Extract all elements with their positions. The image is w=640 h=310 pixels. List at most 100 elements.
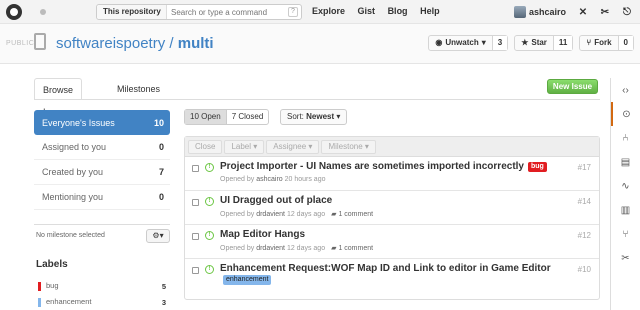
issue-list: Close Label ▾ Assignee ▾ Milestone ▾ ! P… bbox=[184, 136, 600, 300]
issue-checkbox[interactable] bbox=[192, 233, 199, 240]
closed-issues-button[interactable]: 7 Closed bbox=[227, 110, 269, 124]
network-icon[interactable]: ⑂ bbox=[611, 222, 640, 246]
label-name: enhancement bbox=[46, 297, 92, 307]
star-count[interactable]: 11 bbox=[552, 36, 573, 50]
filter-assigned-to-you[interactable]: Assigned to you 0 bbox=[34, 135, 170, 160]
tab-browse-issues[interactable]: Browse Issues bbox=[34, 78, 83, 117]
repo-actions: ◉ Unwatch ▾ 3 ★ Star 11 ⑂ Fork 0 bbox=[428, 35, 634, 51]
issue-author[interactable]: drdavient bbox=[256, 245, 285, 252]
milestone-dropdown-text: Milestone bbox=[328, 142, 363, 151]
close-button[interactable]: Close bbox=[188, 140, 223, 154]
code-icon[interactable]: ‹› bbox=[611, 78, 640, 102]
issue-opened-by: Opened by bbox=[220, 211, 255, 218]
star-button-group: ★ Star 11 bbox=[514, 35, 574, 51]
issue-title-link[interactable]: Map Editor Hangs bbox=[220, 229, 305, 240]
comment-count-text: 1 comment bbox=[338, 245, 374, 252]
issue-checkbox[interactable] bbox=[192, 165, 199, 172]
username[interactable]: ashcairo bbox=[529, 7, 566, 17]
issue-title-link[interactable]: Enhancement Request:WOF Map ID and Link … bbox=[220, 263, 551, 274]
issue-title-link[interactable]: UI Dragged out of place bbox=[220, 195, 332, 206]
label-count: 5 bbox=[161, 281, 166, 291]
issue-age: 12 days ago bbox=[286, 211, 326, 218]
issue-title-link[interactable]: Project Importer - UI Names are sometime… bbox=[220, 161, 547, 172]
nav-explore[interactable]: Explore bbox=[312, 6, 345, 16]
user-area: ashcairo ✕ ✂ ⎋ bbox=[513, 4, 632, 20]
search-help-icon[interactable]: ? bbox=[288, 7, 298, 17]
repo-settings-icon[interactable]: ✂ bbox=[611, 246, 640, 270]
comment-count-text: 1 comment bbox=[338, 211, 374, 218]
nav-blog[interactable]: Blog bbox=[388, 6, 408, 16]
top-nav: Explore Gist Blog Help bbox=[312, 6, 450, 16]
list-item: ! UI Dragged out of place Opened by drda… bbox=[185, 191, 599, 225]
issue-checkbox[interactable] bbox=[192, 199, 199, 206]
issue-label-badge[interactable]: enhancement bbox=[223, 275, 272, 285]
star-icon: ★ bbox=[521, 38, 529, 47]
label-dropdown[interactable]: Label ▾ bbox=[224, 140, 265, 154]
comment-icon: ▰ bbox=[331, 211, 337, 218]
wiki-icon[interactable]: ▤ bbox=[611, 150, 640, 174]
star-button[interactable]: ★ Star bbox=[515, 36, 553, 50]
label-filter-enhancement[interactable]: enhancement 3 bbox=[38, 295, 166, 309]
issues-icon[interactable]: ⊙ bbox=[611, 102, 640, 126]
list-item: ! Enhancement Request:WOF Map ID and Lin… bbox=[185, 259, 599, 299]
sort-value: Newest bbox=[306, 112, 335, 121]
comment-count[interactable]: ▰ 1 comment bbox=[331, 211, 373, 218]
fork-button[interactable]: ⑂ Fork bbox=[580, 36, 617, 50]
pull-requests-icon[interactable]: ⑃ bbox=[611, 126, 640, 150]
nav-gist[interactable]: Gist bbox=[358, 6, 376, 16]
top-header: This repository ? Explore Gist Blog Help… bbox=[0, 0, 640, 24]
filter-everyones-issues[interactable]: Everyone's Issues 10 bbox=[34, 110, 170, 135]
new-issue-button[interactable]: New Issue bbox=[547, 79, 598, 94]
list-item: ! Project Importer - UI Names are someti… bbox=[185, 157, 599, 191]
milestone-gear-button[interactable]: ⚙▾ bbox=[146, 228, 170, 243]
comment-icon: ▰ bbox=[331, 245, 337, 252]
label-filter-bug[interactable]: bug 5 bbox=[38, 279, 166, 293]
search-box[interactable]: This repository ? bbox=[96, 4, 302, 20]
milestone-selector: No milestone selected ⚙▾ bbox=[34, 224, 170, 244]
nav-help[interactable]: Help bbox=[420, 6, 440, 16]
open-issue-icon: ! bbox=[205, 231, 214, 240]
star-label: Star bbox=[531, 38, 547, 47]
issue-opened-by: Opened by bbox=[220, 245, 255, 252]
issue-author[interactable]: drdavient bbox=[256, 211, 285, 218]
labels-heading: Labels bbox=[36, 259, 68, 270]
issue-number: #10 bbox=[577, 265, 591, 274]
github-logo-icon[interactable] bbox=[6, 4, 22, 20]
unwatch-button[interactable]: ◉ Unwatch ▾ bbox=[429, 36, 491, 50]
filter-mentioning-you[interactable]: Mentioning you 0 bbox=[34, 185, 170, 210]
avatar[interactable] bbox=[513, 6, 526, 18]
fork-label: Fork bbox=[594, 38, 612, 47]
watch-count[interactable]: 3 bbox=[491, 36, 508, 50]
label-count: 3 bbox=[161, 297, 166, 307]
fork-button-group: ⑂ Fork 0 bbox=[579, 35, 634, 51]
issue-number: #17 bbox=[577, 163, 591, 172]
pulse-icon[interactable]: ∿ bbox=[611, 174, 640, 198]
repo-owner-link[interactable]: softwareispoetry bbox=[56, 35, 165, 52]
notifications-icon[interactable] bbox=[40, 9, 46, 15]
issue-label-badge[interactable]: bug bbox=[528, 162, 547, 172]
assignee-dropdown-text: Assignee bbox=[273, 142, 307, 151]
assignee-dropdown[interactable]: Assignee ▾ bbox=[266, 140, 320, 154]
create-repo-icon[interactable]: ✕ bbox=[578, 7, 588, 18]
open-issues-button[interactable]: 10 Open bbox=[185, 110, 227, 124]
milestone-dropdown[interactable]: Milestone ▾ bbox=[321, 140, 376, 154]
sort-dropdown[interactable]: Sort: Newest ▾ bbox=[280, 109, 348, 125]
fork-count[interactable]: 0 bbox=[617, 36, 633, 50]
filter-label: Mentioning you bbox=[42, 192, 104, 202]
issue-title: Project Importer - UI Names are sometime… bbox=[220, 161, 524, 172]
sign-out-icon[interactable]: ⎋ bbox=[622, 7, 632, 18]
filter-created-by-you[interactable]: Created by you 7 bbox=[34, 160, 170, 185]
search-scope[interactable]: This repository bbox=[97, 5, 167, 19]
comment-count[interactable]: ▰ 1 comment bbox=[331, 245, 373, 252]
tab-milestones[interactable]: Milestones bbox=[109, 78, 168, 100]
label-name: bug bbox=[46, 281, 59, 291]
settings-icon[interactable]: ✂ bbox=[600, 7, 610, 18]
search-input[interactable] bbox=[171, 5, 281, 19]
filter-label: Everyone's Issues bbox=[42, 117, 115, 128]
open-issue-icon: ! bbox=[205, 265, 214, 274]
issue-author[interactable]: ashcairo bbox=[256, 176, 282, 183]
sort-prefix: Sort: bbox=[287, 112, 304, 121]
graphs-icon[interactable]: ▥ bbox=[611, 198, 640, 222]
issue-checkbox[interactable] bbox=[192, 267, 199, 274]
repo-name-link[interactable]: multi bbox=[178, 35, 214, 52]
